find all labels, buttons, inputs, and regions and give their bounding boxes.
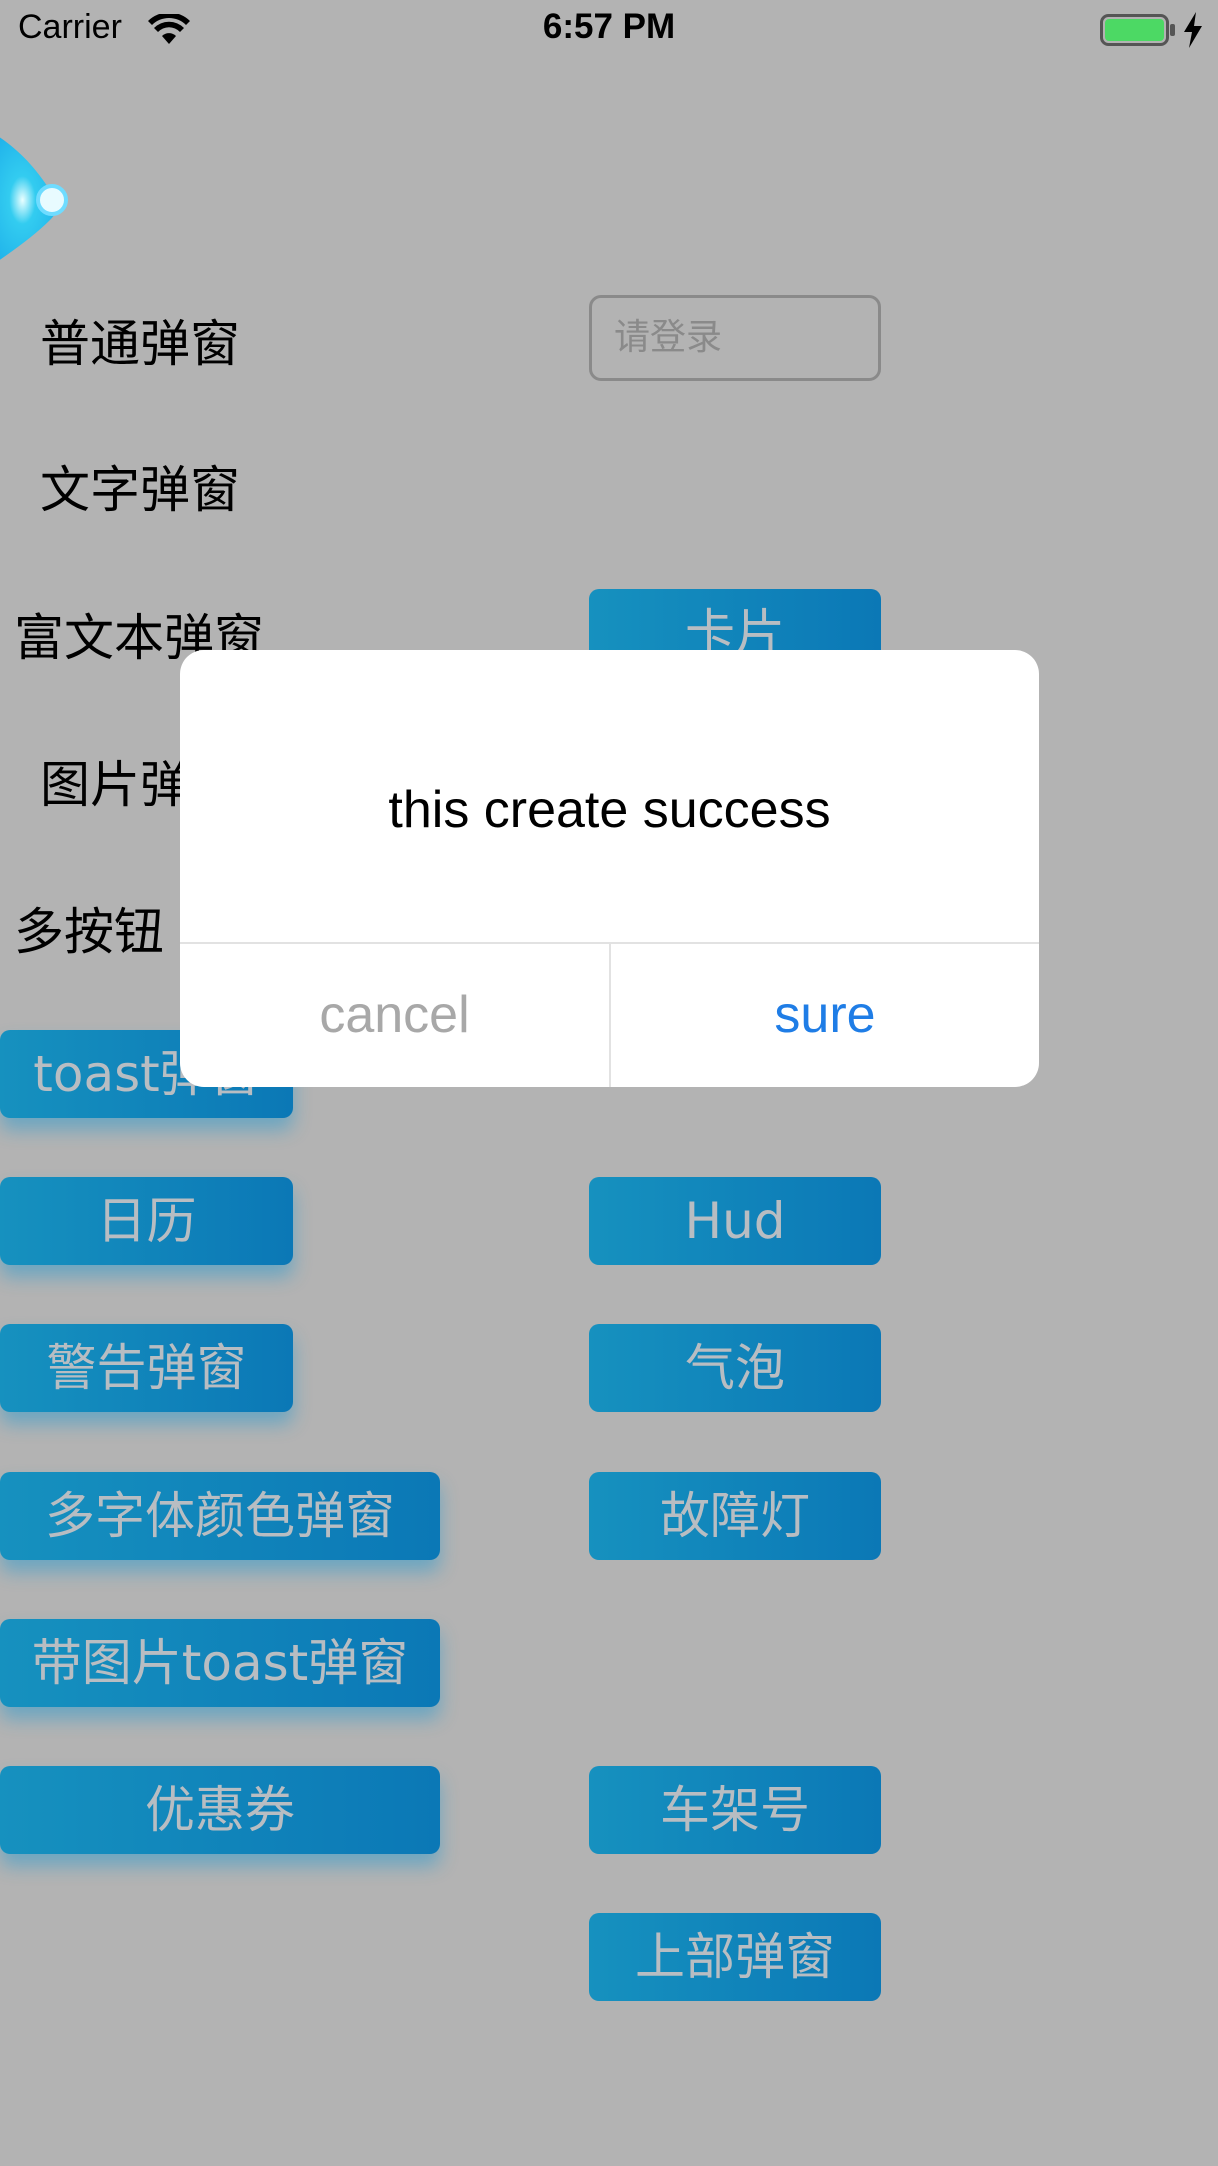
login-input[interactable]: 请登录 [589,295,881,381]
alert-dialog: this create success cancel sure [180,650,1039,1087]
calendar-button[interactable]: 日历 [0,1177,293,1265]
warning-popup-button[interactable]: 警告弹窗 [0,1324,293,1412]
cancel-button[interactable]: cancel [180,944,609,1087]
multi-font-color-popup-button[interactable]: 多字体颜色弹窗 [0,1472,440,1560]
status-bar: Carrier 6:57 PM [0,0,1218,60]
charging-bolt-icon [1184,12,1202,48]
vin-button[interactable]: 车架号 [589,1766,881,1854]
image-toast-popup-button[interactable]: 带图片toast弹窗 [0,1619,440,1707]
coupon-button[interactable]: 优惠券 [0,1766,440,1854]
top-popup-button[interactable]: 上部弹窗 [589,1913,881,2001]
multi-button-popup-label[interactable]: 多按钮 [14,892,164,964]
normal-popup-label[interactable]: 普通弹窗 [40,304,240,376]
decorative-blob-icon [0,137,68,260]
bubble-button[interactable]: 气泡 [589,1324,881,1412]
status-time: 6:57 PM [542,7,676,46]
battery-icon [1100,14,1175,46]
text-popup-label[interactable]: 文字弹窗 [40,450,240,522]
alert-message: this create success [388,781,831,839]
hud-button[interactable]: Hud [589,1177,881,1265]
fault-light-button[interactable]: 故障灯 [589,1472,881,1560]
sure-button[interactable]: sure [611,944,1039,1087]
image-popup-label[interactable]: 图片弹 [40,745,190,817]
